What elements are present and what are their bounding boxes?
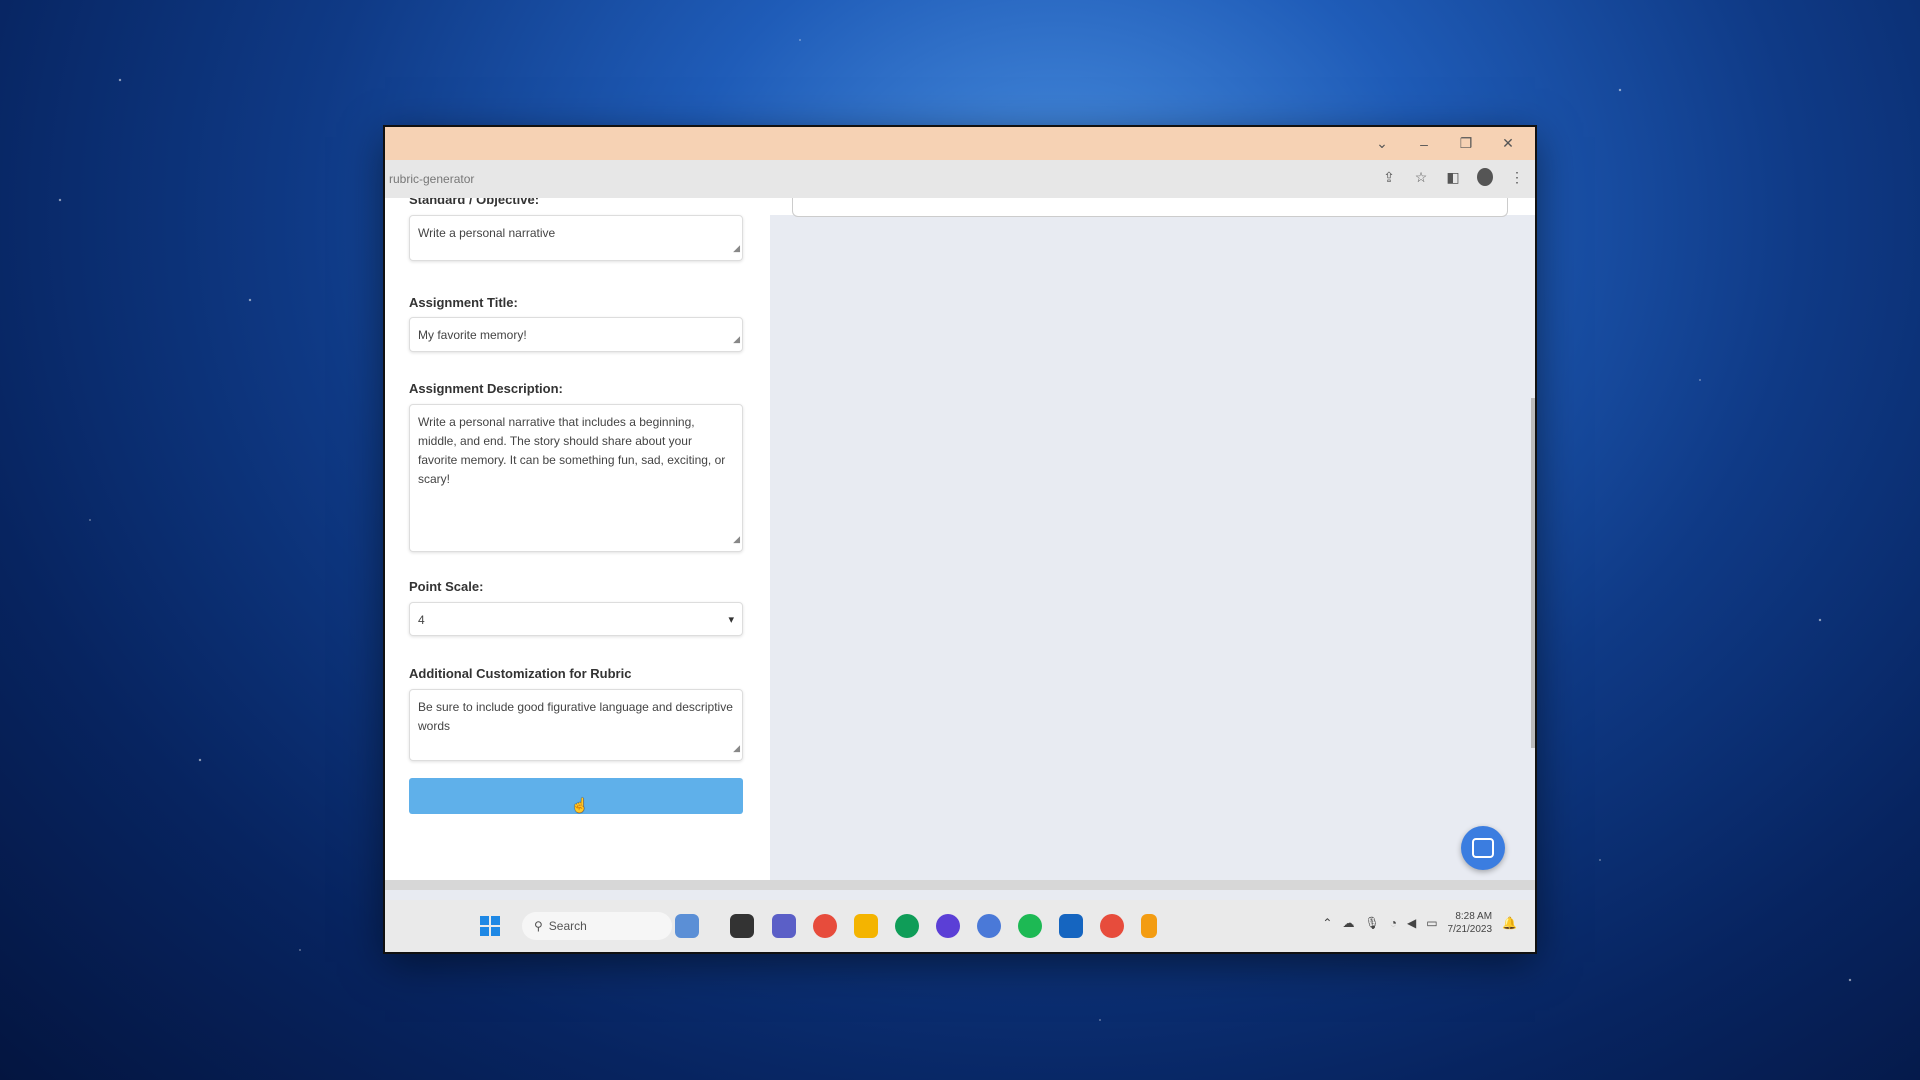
chat-icon <box>1472 838 1494 858</box>
address-bar[interactable]: rubric-generator ⇪ ☆ ◧ ⋮ <box>385 160 1535 198</box>
point-scale-value: 4 <box>418 613 425 627</box>
microphone-icon[interactable]: 🎙 <box>1364 916 1379 930</box>
title-field[interactable]: My favorite memory! ◢ <box>409 317 743 352</box>
description-value: Write a personal narrative that includes… <box>418 415 726 486</box>
mail-icon[interactable] <box>1059 914 1083 938</box>
standard-field[interactable]: Write a personal narrative ◢ <box>409 215 743 261</box>
clock-date: 7/21/2023 <box>1447 924 1493 935</box>
chat-button[interactable] <box>1461 826 1505 870</box>
minimize-button[interactable]: – <box>1403 136 1445 152</box>
cloud-icon[interactable]: ☁ <box>1342 916 1354 930</box>
browser-window: ⌄ – ❐ ✕ rubric-generator ⇪ ☆ ◧ ⋮ Standar… <box>385 127 1535 952</box>
title-label: Assignment Title: <box>409 295 518 310</box>
app-icon[interactable] <box>977 914 1001 938</box>
point-scale-label: Point Scale: <box>409 579 484 594</box>
notification-icon[interactable]: 🔔 <box>1502 916 1517 930</box>
volume-icon[interactable]: ◀ <box>1407 916 1416 930</box>
chrome-icon[interactable] <box>813 914 837 938</box>
customization-field[interactable]: Be sure to include good figurative langu… <box>409 689 743 761</box>
point-scale-select[interactable]: 4 ▾ <box>409 602 743 636</box>
system-tray: ⌃ ☁ 🎙 ◔ ◀ ▭ 8:28 AM 7/21/2023 🔔 <box>1322 910 1517 936</box>
share-icon[interactable]: ⇪ <box>1381 169 1397 186</box>
description-field[interactable]: Write a personal narrative that includes… <box>409 404 743 552</box>
more-menu-icon[interactable]: ⋮ <box>1509 169 1525 186</box>
standard-label: Standard / Objective: <box>409 198 540 207</box>
resize-handle-icon[interactable]: ◢ <box>733 530 740 549</box>
form-panel: Standard / Objective: Write a personal n… <box>385 198 770 890</box>
teams-chat-icon[interactable] <box>772 914 796 938</box>
file-explorer-icon[interactable] <box>730 914 754 938</box>
clock-time: 8:28 AM <box>1455 911 1493 922</box>
horizontal-scrollbar[interactable] <box>385 880 1535 890</box>
customization-value: Be sure to include good figurative langu… <box>418 700 733 733</box>
search-icon: ⚲ <box>534 919 543 933</box>
address-bar-icons: ⇪ ☆ ◧ ⋮ <box>1381 168 1525 186</box>
chevron-up-icon[interactable]: ⌃ <box>1322 916 1332 930</box>
taskbar-search[interactable]: ⚲ Search <box>522 912 672 940</box>
edge-icon[interactable] <box>895 914 919 938</box>
customization-label: Additional Customization for Rubric <box>409 666 632 681</box>
resize-handle-icon[interactable]: ◢ <box>733 739 740 758</box>
mouse-cursor-icon: ☝ <box>571 797 589 813</box>
window-controls: ⌄ – ❐ ✕ <box>1361 127 1529 160</box>
resize-handle-icon[interactable]: ◢ <box>733 330 740 349</box>
windows-start-icon[interactable] <box>480 916 500 936</box>
description-label: Assignment Description: <box>409 381 563 396</box>
page-content: Standard / Objective: Write a personal n… <box>385 198 1535 890</box>
vertical-scrollbar[interactable] <box>1531 398 1535 748</box>
title-value: My favorite memory! <box>418 328 527 342</box>
results-card <box>792 198 1508 217</box>
resize-handle-icon[interactable]: ◢ <box>733 239 740 258</box>
taskbar: ⚲ Search ⌃ ☁ 🎙 ◔ ◀ ▭ 8:28 AM 7/21/2023 🔔 <box>385 900 1535 952</box>
clock[interactable]: 8:28 AM 7/21/2023 <box>1448 910 1493 936</box>
standard-value: Write a personal narrative <box>418 226 556 240</box>
spotify-icon[interactable] <box>1018 914 1042 938</box>
chevron-down-icon: ▾ <box>728 614 734 626</box>
app-icon[interactable] <box>936 914 960 938</box>
restore-button[interactable]: ❐ <box>1445 135 1487 152</box>
snipping-tool-icon[interactable] <box>1141 914 1157 938</box>
widgets-icon[interactable] <box>675 914 699 938</box>
side-panel-icon[interactable]: ◧ <box>1445 169 1461 186</box>
folder-icon[interactable] <box>854 914 878 938</box>
battery-icon[interactable]: ▭ <box>1426 916 1437 930</box>
url-text[interactable]: rubric-generator <box>385 172 474 186</box>
bookmark-star-icon[interactable]: ☆ <box>1413 169 1429 186</box>
profile-avatar-icon[interactable] <box>1477 168 1493 186</box>
title-bar: ⌄ – ❐ ✕ <box>385 127 1535 160</box>
tab-search-icon[interactable]: ⌄ <box>1361 135 1403 152</box>
wifi-icon[interactable]: ◔ <box>1390 916 1397 930</box>
search-placeholder: Search <box>548 919 587 933</box>
chrome-profile-icon[interactable] <box>1100 914 1124 938</box>
close-button[interactable]: ✕ <box>1487 135 1529 152</box>
